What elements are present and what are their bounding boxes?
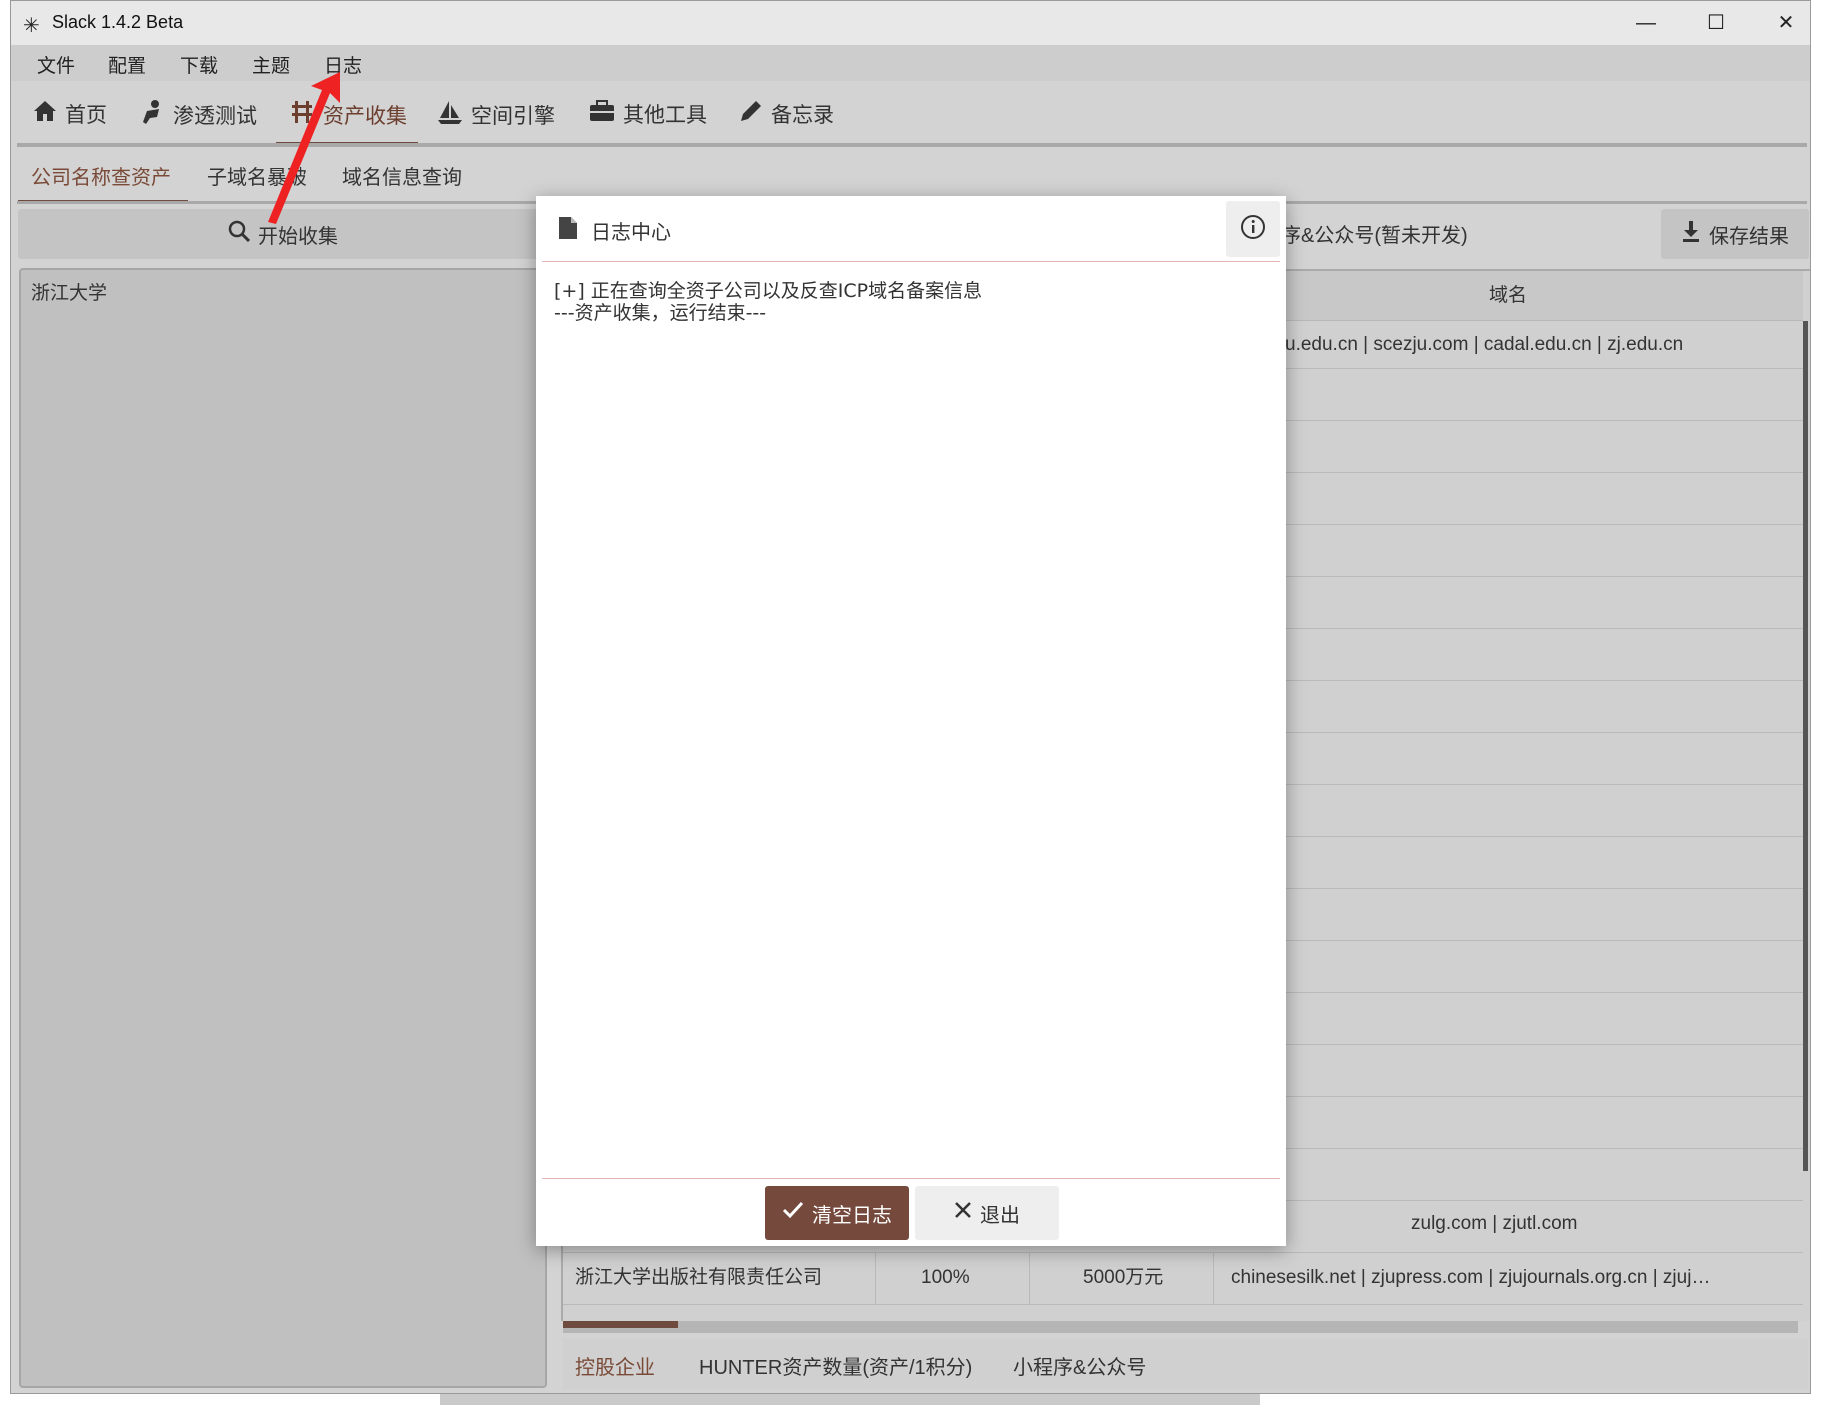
start-collect-button[interactable]: 开始收集 <box>18 209 548 259</box>
subtab-domain-info[interactable]: 域名信息查询 <box>342 161 462 190</box>
maximize-button[interactable]: ☐ <box>1681 1 1751 45</box>
menu-file[interactable]: 文件 <box>37 51 75 78</box>
bottom-tab-bar: 控股企业 HUNTER资产数量(资产/1积分) 小程序&公众号 <box>563 1339 1808 1389</box>
exit-label: 退出 <box>980 1204 1020 1227</box>
info-icon <box>1240 214 1266 245</box>
tab-memo-label: 备忘录 <box>771 104 834 127</box>
miniprogram-tab-partial[interactable]: 序&公众号(暂未开发) <box>1281 219 1468 248</box>
clear-log-label: 清空日志 <box>812 1204 892 1227</box>
main-tab-divider <box>17 143 1807 147</box>
home-icon <box>33 100 57 128</box>
menu-log[interactable]: 日志 <box>324 51 362 78</box>
table-cell-domain: zulg.com | zjutl.com <box>1411 1213 1578 1234</box>
dialog-header: 日志中心 <box>536 196 1286 262</box>
toolbox-icon <box>589 99 615 129</box>
start-collect-label: 开始收集 <box>258 225 338 248</box>
tab-hunter-assets[interactable]: HUNTER资产数量(资产/1积分) <box>699 1351 972 1380</box>
subtab-company-assets[interactable]: 公司名称查资产 <box>31 161 171 190</box>
clear-log-button[interactable]: 清空日志 <box>765 1186 909 1240</box>
table-cell-domain: chinesesilk.net | zjupress.com | zjujour… <box>1231 1267 1711 1288</box>
sailboat-icon <box>437 99 463 131</box>
tab-asset-collection-label: 资产收集 <box>323 105 407 128</box>
window-title: Slack 1.4.2 Beta <box>52 12 184 32</box>
table-cell-capital: 5000万元 <box>1083 1267 1164 1288</box>
document-icon <box>558 216 578 240</box>
column-separator <box>1029 1253 1030 1305</box>
tab-space-engine[interactable]: 空间引擎 <box>437 99 555 131</box>
tab-pentest-label: 渗透测试 <box>173 105 257 128</box>
dialog-footer-divider <box>542 1178 1280 1179</box>
search-icon <box>228 220 251 248</box>
menu-download[interactable]: 下载 <box>180 51 218 78</box>
bridge-icon <box>289 99 315 131</box>
company-input-text[interactable]: 浙江大学 <box>31 278 107 305</box>
tab-memo[interactable]: 备忘录 <box>739 99 834 129</box>
close-x-icon <box>954 1201 972 1225</box>
dialog-title: 日志中心 <box>591 222 671 244</box>
scrollbar-thumb[interactable] <box>563 1321 678 1328</box>
info-button[interactable] <box>1226 201 1280 257</box>
company-input-area[interactable]: 浙江大学 <box>19 268 547 1388</box>
menu-bar: 文件 配置 下载 主题 日志 <box>11 45 1810 81</box>
log-content[interactable]: [+] 正在查询全资子公司以及反查ICP域名备案信息 ---资产收集，运行结束--… <box>554 280 1264 324</box>
table-horizontal-scrollbar[interactable] <box>563 1321 1798 1333</box>
subtab-subdomain-bruteforce[interactable]: 子域名暴破 <box>207 161 307 190</box>
column-separator <box>1213 1253 1214 1305</box>
main-tab-bar: 首页 渗透测试 资产收集 空间引擎 其他工具 备忘录 <box>11 85 1810 145</box>
save-results-label: 保存结果 <box>1709 225 1789 248</box>
tab-pentest[interactable]: 渗透测试 <box>141 99 257 131</box>
pencil-icon <box>739 99 763 129</box>
log-line: ---资产收集，运行结束--- <box>554 302 767 324</box>
dialog-header-divider <box>542 261 1280 262</box>
menu-theme[interactable]: 主题 <box>252 51 290 78</box>
menu-config[interactable]: 配置 <box>108 51 146 78</box>
tab-other-tools-label: 其他工具 <box>623 104 707 127</box>
column-header-domain[interactable]: 域名 <box>1213 271 1803 321</box>
tab-miniprogram[interactable]: 小程序&公众号 <box>1013 1351 1146 1380</box>
exit-button[interactable]: 退出 <box>915 1186 1059 1240</box>
slack-logo-icon: ✳ <box>23 15 40 37</box>
table-cell-company: 浙江大学出版社有限责任公司 <box>575 1267 823 1288</box>
row-divider <box>563 1304 1803 1305</box>
tab-holding-companies[interactable]: 控股企业 <box>575 1351 655 1380</box>
table-cell-ratio: 100% <box>921 1267 970 1288</box>
column-separator <box>875 1253 876 1305</box>
row-divider <box>563 1252 1803 1253</box>
background-window-strip-bottom <box>440 1394 1260 1405</box>
tab-home[interactable]: 首页 <box>33 99 107 129</box>
tab-asset-collection[interactable]: 资产收集 <box>289 99 407 131</box>
minimize-button[interactable]: — <box>1611 1 1681 45</box>
save-results-button[interactable]: 保存结果 <box>1661 209 1809 259</box>
log-line: [+] 正在查询全资子公司以及反查ICP域名备案信息 <box>554 280 983 302</box>
close-button[interactable]: ✕ <box>1751 1 1810 45</box>
download-icon <box>1681 220 1701 248</box>
table-cell-domain: u.edu.cn | scezju.com | cadal.edu.cn | z… <box>1285 334 1684 355</box>
tab-home-label: 首页 <box>65 104 107 127</box>
user-tool-icon <box>141 99 165 131</box>
check-icon <box>782 1201 804 1225</box>
tab-other-tools[interactable]: 其他工具 <box>589 99 707 129</box>
title-bar: ✳ Slack 1.4.2 Beta — ☐ ✕ <box>11 1 1810 45</box>
table-vertical-scrollbar[interactable] <box>1803 321 1808 1171</box>
log-center-dialog: 日志中心 [+] 正在查询全资子公司以及反查ICP域名备案信息 ---资产收集，运… <box>536 196 1286 1246</box>
tab-space-engine-label: 空间引擎 <box>471 105 555 128</box>
